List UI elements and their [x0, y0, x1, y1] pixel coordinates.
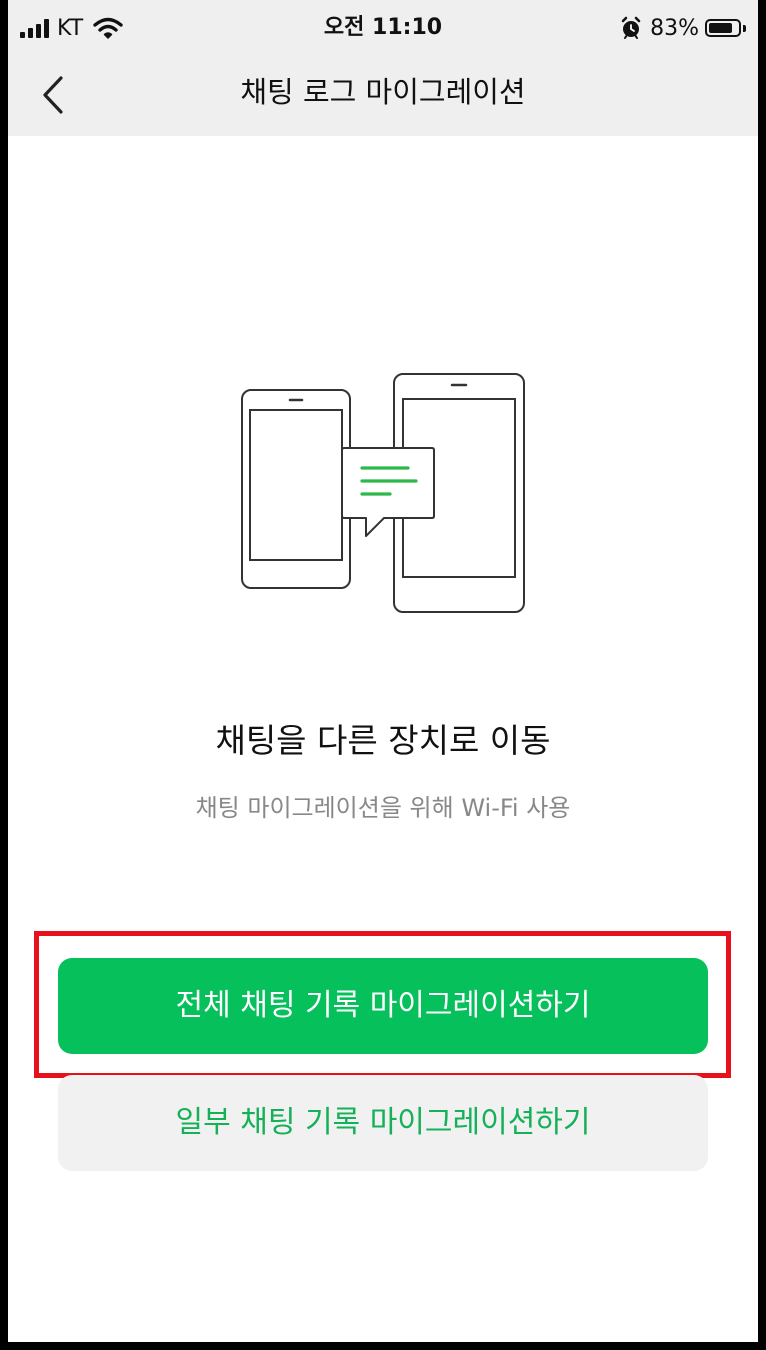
status-right: 83%: [620, 14, 746, 42]
migrate-partial-button[interactable]: 일부 채팅 기록 마이그레이션하기: [58, 1075, 708, 1171]
content-title: 채팅을 다른 장치로 이동: [215, 721, 551, 760]
content-subtitle: 채팅 마이그레이션을 위해 Wi-Fi 사용: [195, 794, 571, 822]
battery-level: [709, 23, 732, 33]
status-bar: KT 오전 11:10 83%: [8, 0, 758, 56]
navigation-bar: 채팅 로그 마이그레이션: [8, 56, 758, 136]
page-title: 채팅 로그 마이그레이션: [240, 75, 526, 109]
battery-percent: 83%: [650, 15, 699, 41]
phones-migration-icon: [241, 373, 525, 613]
battery-cap: [743, 24, 746, 32]
app-screen: KT 오전 11:10 83% 채팅 로그 마이그레이션 채팅을 다른 장치로 …: [8, 0, 758, 1342]
migrate-all-button[interactable]: 전체 채팅 기록 마이그레이션하기: [58, 958, 708, 1054]
alarm-icon: [621, 16, 641, 39]
battery-icon: [705, 19, 741, 37]
